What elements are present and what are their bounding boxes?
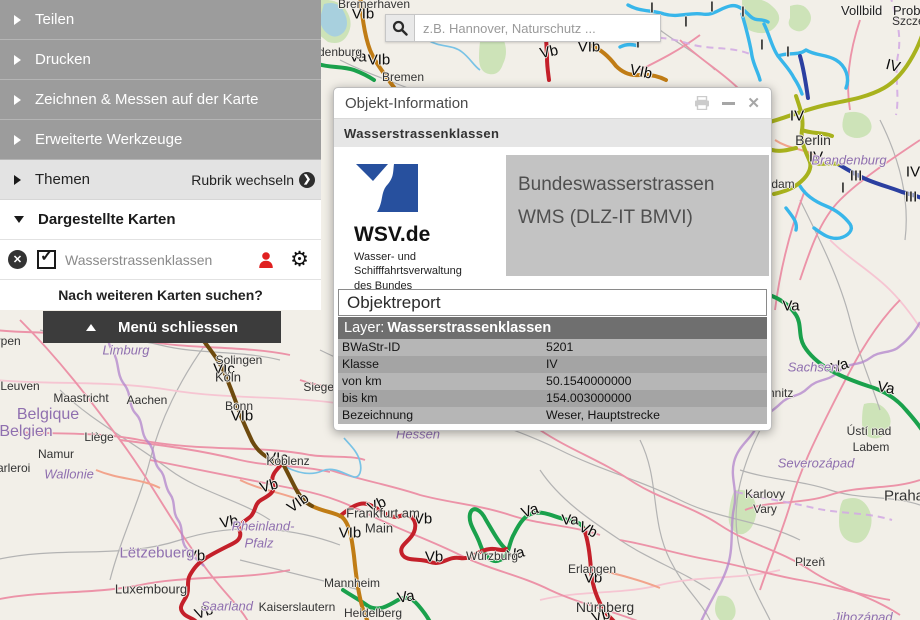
sidebar-item-themen[interactable]: Themen Rubrik wechseln ❯ [0, 160, 321, 200]
report-problem-link[interactable]: Probl [893, 3, 920, 18]
chevron-right-icon [14, 135, 21, 145]
print-icon[interactable] [694, 96, 710, 110]
sidebar-item-label: Zeichnen & Messen auf der Karte [35, 91, 258, 108]
attribute-row: Klasse IV [338, 356, 767, 373]
wsv-logo-name: WSV.de [354, 223, 504, 247]
settings-gear-icon[interactable]: ⚙ [290, 250, 309, 270]
chevron-right-circle-icon: ❯ [299, 172, 315, 188]
attribute-label: von km [338, 374, 382, 388]
search-bar [385, 14, 661, 42]
sidebar-item[interactable]: Zeichnen & Messen auf der Karte [0, 80, 321, 120]
app-window: VIbVaVIbVbVIbVIbIIIIIIIIVIVIVIVIIIIIIIVa… [0, 0, 920, 620]
dialog-body: WSV.de Wasser- und Schifffahrtsverwaltun… [334, 147, 771, 431]
attribute-row: bis km 154.003000000 [338, 390, 767, 407]
close-icon[interactable]: ✕ [747, 96, 760, 111]
sidebar-item-label: Themen [35, 171, 90, 188]
more-maps-label: Nach weiteren Karten suchen? [58, 287, 263, 303]
rubrik-wechseln-link[interactable]: Rubrik wechseln ❯ [191, 172, 321, 188]
chevron-right-icon [14, 95, 21, 105]
close-menu-button[interactable]: Menü schliessen [43, 311, 281, 343]
sidebar-item-label: Erweiterte Werkzeuge [35, 131, 182, 148]
attribute-row: von km 50.1540000000 [338, 373, 767, 390]
layer-result-header: Layer:Wasserstrassenklassen [338, 317, 767, 339]
attribute-label: Klasse [338, 357, 379, 371]
object-report-header: Objektreport [338, 289, 767, 316]
rubrik-wechseln-label: Rubrik wechseln [191, 172, 294, 188]
attribute-value: Weser, Hauptstrecke [546, 407, 660, 424]
sidebar-menu: Teilen Drucken Zeichnen & Messen auf der K… [0, 0, 321, 310]
attribute-value: IV [546, 356, 558, 373]
chevron-right-icon [14, 175, 21, 185]
attribute-label: BWaStr-ID [338, 340, 400, 354]
sidebar-item-dargestellte-karten[interactable]: Dargestellte Karten [0, 200, 321, 240]
minimize-icon[interactable] [722, 102, 735, 105]
dialog-title: Objekt-Information [345, 95, 682, 112]
more-maps-link[interactable]: Nach weiteren Karten suchen? [0, 280, 321, 310]
search-button[interactable] [385, 14, 415, 42]
sidebar-item[interactable]: Drucken [0, 40, 321, 80]
dialog-titlebar[interactable]: Objekt-Information ✕ [334, 88, 771, 118]
attribute-label: bis km [338, 391, 378, 405]
chevron-right-icon [14, 15, 21, 25]
attribute-row: BWaStr-ID 5201 [338, 339, 767, 356]
layer-checkbox[interactable]: ✓ [37, 250, 56, 269]
layer-row: ✕ ✓ Wasserstrassenklassen ⚙ [0, 240, 321, 280]
attribute-value: 5201 [546, 339, 573, 356]
dialog-layer-header: Wasserstrassenklassen [334, 118, 771, 147]
chevron-up-icon [86, 324, 96, 331]
wsv-logo-icon [354, 163, 428, 213]
sidebar-item[interactable]: Erweiterte Werkzeuge [0, 120, 321, 160]
remove-layer-icon[interactable]: ✕ [8, 250, 27, 269]
chevron-down-icon [14, 216, 24, 223]
fullscreen-link[interactable]: Vollbild [841, 3, 882, 18]
user-icon[interactable] [256, 250, 276, 270]
search-icon [392, 20, 408, 36]
attribute-row: Bezeichnung Weser, Hauptstrecke [338, 407, 767, 424]
wsv-logo-block: WSV.de Wasser- und Schifffahrtsverwaltun… [354, 163, 504, 293]
attribute-value: 50.1540000000 [546, 373, 631, 390]
attribute-value: 154.003000000 [546, 390, 631, 407]
chevron-right-icon [14, 55, 21, 65]
wms-service-title: Bundeswasserstrassen WMS (DLZ-IT BMVI) [506, 155, 769, 276]
wsv-logo-subtitle: Wasser- und Schifffahrtsverwaltung des B… [354, 250, 504, 293]
layer-name-label: Wasserstrassenklassen [65, 252, 256, 268]
sidebar-item-label: Drucken [35, 51, 91, 68]
object-information-dialog: Objekt-Information ✕ Wasserstrassenklass… [333, 87, 772, 431]
sidebar-item-label: Teilen [35, 11, 74, 28]
checkmark-icon: ✓ [40, 246, 53, 266]
sidebar-menu-items: Teilen Drucken Zeichnen & Messen auf der K… [0, 0, 321, 160]
section-title: Dargestellte Karten [38, 211, 176, 228]
search-input[interactable] [415, 14, 661, 42]
sidebar-item[interactable]: Teilen [0, 0, 321, 40]
attribute-table: BWaStr-ID 5201 Klasse IV von km 50.1540000000… [338, 339, 767, 424]
attribute-label: Bezeichnung [338, 408, 413, 422]
close-menu-label: Menü schliessen [118, 319, 238, 336]
